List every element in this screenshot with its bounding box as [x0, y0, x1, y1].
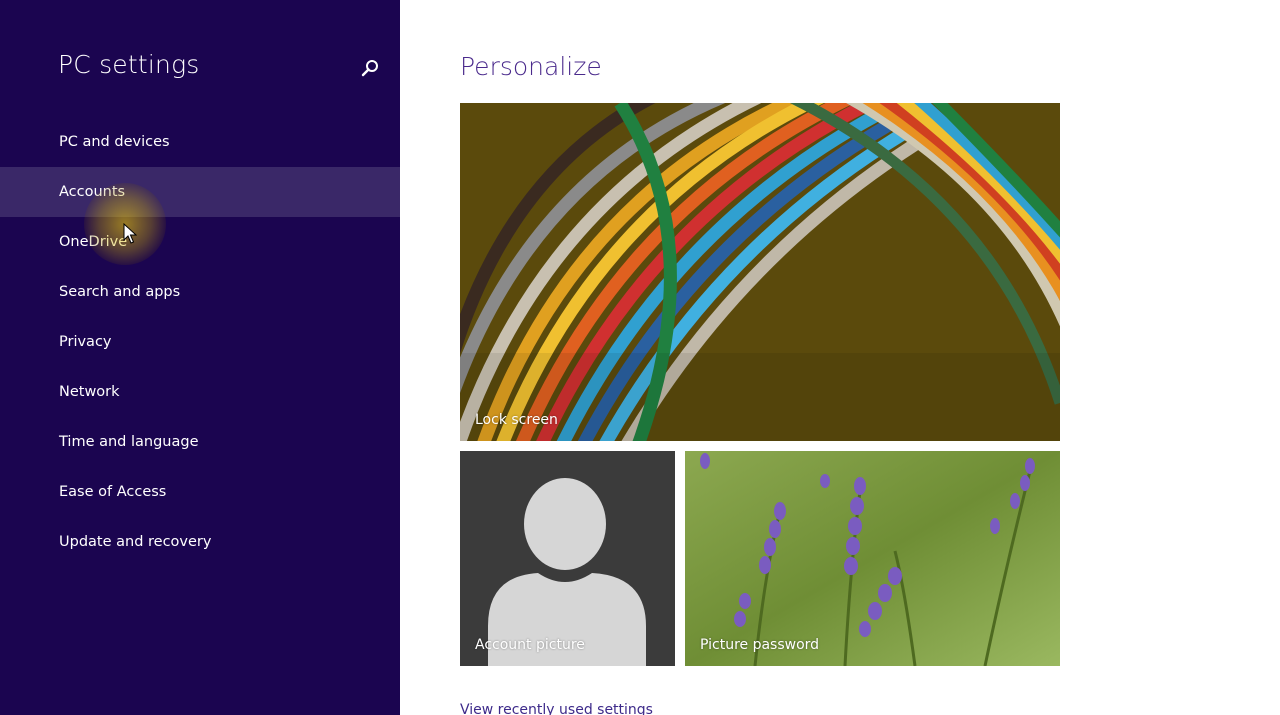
sidebar-title: PC settings [58, 50, 200, 79]
sidebar-item-time-and-language[interactable]: Time and language [0, 417, 400, 467]
sidebar-item-privacy[interactable]: Privacy [0, 317, 400, 367]
picture-password-label: Picture password [700, 637, 820, 653]
sidebar-item-label: Accounts [59, 184, 126, 200]
picture-password-image [685, 451, 1060, 666]
sidebar-item-label: PC and devices [59, 134, 170, 150]
sidebar-item-label: Privacy [59, 334, 112, 350]
sidebar-item-label: Update and recovery [59, 534, 212, 550]
sidebar-item-label: Time and language [59, 434, 199, 450]
sidebar-item-search-and-apps[interactable]: Search and apps [0, 267, 400, 317]
sidebar: PC settings PC and devices Accounts OneD… [0, 0, 400, 715]
lock-screen-label: Lock screen [475, 412, 558, 428]
lock-screen-image [460, 103, 1060, 441]
sidebar-item-update-and-recovery[interactable]: Update and recovery [0, 517, 400, 567]
sidebar-item-label: Network [59, 384, 120, 400]
sidebar-item-label: OneDrive [59, 234, 128, 250]
sidebar-item-network[interactable]: Network [0, 367, 400, 417]
user-silhouette-icon [460, 451, 675, 666]
sidebar-item-pc-and-devices[interactable]: PC and devices [0, 117, 400, 167]
picture-password-tile[interactable]: Picture password [685, 451, 1060, 666]
account-picture-tile[interactable]: Account picture [460, 451, 675, 666]
sidebar-item-label: Search and apps [59, 284, 181, 300]
account-picture-label: Account picture [475, 637, 585, 653]
lock-screen-tile[interactable]: Lock screen [460, 103, 1060, 441]
sidebar-nav: PC and devices Accounts OneDrive Search … [0, 117, 400, 567]
search-icon[interactable] [360, 58, 380, 78]
sidebar-item-accounts[interactable]: Accounts [0, 167, 400, 217]
sidebar-item-ease-of-access[interactable]: Ease of Access [0, 467, 400, 517]
sidebar-item-label: Ease of Access [59, 484, 167, 500]
view-recent-settings-link[interactable]: View recently used settings [460, 702, 653, 715]
page-title: Personalize [460, 52, 602, 81]
sidebar-item-onedrive[interactable]: OneDrive [0, 217, 400, 267]
